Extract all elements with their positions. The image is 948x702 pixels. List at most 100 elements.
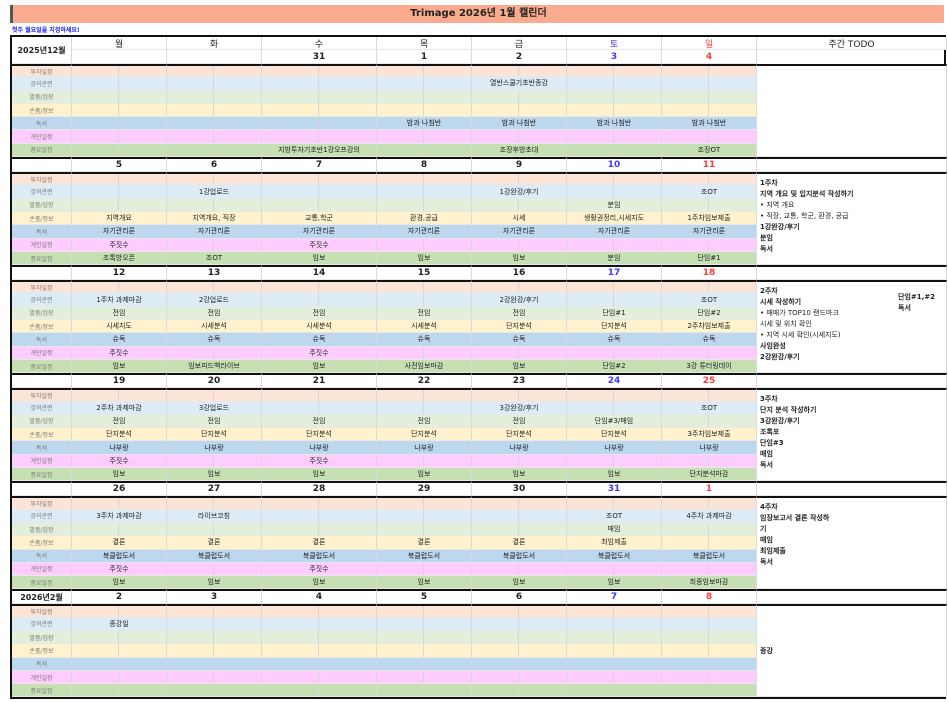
event-cell[interactable]: 주짓수 [72, 454, 167, 469]
event-cell[interactable] [472, 522, 567, 537]
event-cell[interactable]: 자기관리론 [377, 225, 472, 239]
event-cell[interactable] [377, 143, 472, 158]
event-cell[interactable]: 단임#1 [662, 251, 757, 266]
event-cell[interactable]: 2주차임보제출 [662, 320, 757, 334]
event-cell[interactable]: 임보피드백라이브 [167, 359, 262, 374]
event-cell[interactable]: 사전임보마감 [377, 359, 472, 374]
event-cell[interactable]: 결론 [167, 536, 262, 550]
event-cell[interactable] [262, 617, 377, 631]
event-cell[interactable] [72, 77, 167, 91]
event-cell[interactable]: 나부랑 [662, 441, 757, 455]
event-cell[interactable] [167, 280, 262, 294]
event-cell[interactable] [662, 280, 757, 294]
event-cell[interactable] [662, 562, 757, 577]
event-cell[interactable] [167, 238, 262, 252]
event-cell[interactable] [377, 388, 472, 402]
event-cell[interactable] [662, 130, 757, 144]
event-cell[interactable]: 임보 [262, 251, 377, 266]
event-cell[interactable] [567, 401, 662, 415]
event-cell[interactable]: 단지분석 [567, 428, 662, 442]
date-cell[interactable]: 16 [472, 265, 567, 281]
event-cell[interactable] [262, 64, 377, 78]
event-cell[interactable]: 임보 [377, 576, 472, 590]
date-cell[interactable]: 8 [662, 589, 757, 605]
event-cell[interactable] [472, 280, 567, 294]
event-cell[interactable] [262, 293, 377, 307]
event-cell[interactable]: 시세분석 [377, 320, 472, 334]
event-cell[interactable]: 분임 [567, 251, 662, 266]
event-cell[interactable]: 종강일 [72, 617, 167, 631]
event-cell[interactable]: 조장OT [662, 143, 757, 158]
event-cell[interactable]: 북클럽도서 [377, 549, 472, 563]
date-cell[interactable]: 2 [72, 589, 167, 605]
date-cell[interactable]: 7 [262, 157, 377, 173]
event-cell[interactable] [377, 172, 472, 186]
date-cell[interactable]: 31 [567, 481, 662, 497]
event-cell[interactable] [377, 77, 472, 91]
event-cell[interactable]: 3강 튜터링데이 [662, 359, 757, 374]
event-cell[interactable]: 조톡방오픈 [72, 251, 167, 266]
event-cell[interactable] [567, 670, 662, 685]
event-cell[interactable]: 임보 [377, 251, 472, 266]
event-cell[interactable]: 단지분석 [567, 320, 662, 334]
event-cell[interactable] [662, 657, 757, 671]
event-cell[interactable]: 단임#1 [567, 306, 662, 321]
event-cell[interactable]: 매임 [567, 522, 662, 537]
event-cell[interactable] [377, 509, 472, 523]
event-cell[interactable] [72, 670, 167, 685]
event-cell[interactable] [72, 280, 167, 294]
event-cell[interactable] [567, 185, 662, 199]
event-cell[interactable] [72, 630, 167, 645]
event-cell[interactable] [662, 644, 757, 658]
event-cell[interactable] [472, 496, 567, 510]
date-cell[interactable]: 3 [567, 50, 662, 64]
event-cell[interactable] [72, 64, 167, 78]
event-cell[interactable] [262, 657, 377, 671]
event-cell[interactable] [472, 103, 567, 118]
event-cell[interactable]: 3강완강/후기 [472, 401, 567, 415]
event-cell[interactable]: 임보 [567, 468, 662, 482]
date-cell[interactable]: 4 [662, 50, 757, 64]
event-cell[interactable]: 임보 [472, 251, 567, 266]
event-cell[interactable]: 단지분석 [167, 428, 262, 442]
event-cell[interactable] [377, 346, 472, 360]
event-cell[interactable] [567, 346, 662, 360]
event-cell[interactable]: 전임 [167, 414, 262, 429]
event-cell[interactable] [262, 522, 377, 537]
event-cell[interactable] [167, 77, 262, 91]
event-cell[interactable] [662, 388, 757, 402]
event-cell[interactable] [567, 143, 662, 158]
event-cell[interactable] [662, 77, 757, 91]
event-cell[interactable]: 단지분석 [377, 428, 472, 442]
event-cell[interactable]: 나부랑 [72, 441, 167, 455]
date-cell[interactable]: 13 [167, 265, 262, 281]
event-cell[interactable] [662, 684, 757, 698]
event-cell[interactable]: 전임 [167, 306, 262, 321]
event-cell[interactable] [377, 454, 472, 469]
event-cell[interactable]: 슈독 [472, 333, 567, 347]
event-cell[interactable] [662, 496, 757, 510]
event-cell[interactable]: 임보 [377, 468, 472, 482]
event-cell[interactable] [262, 185, 377, 199]
event-cell[interactable] [72, 496, 167, 510]
event-cell[interactable] [377, 64, 472, 78]
event-cell[interactable] [377, 684, 472, 698]
event-cell[interactable]: 슈독 [72, 333, 167, 347]
event-cell[interactable]: 결론 [262, 536, 377, 550]
event-cell[interactable]: 임보 [72, 576, 167, 590]
date-cell[interactable]: 28 [262, 481, 377, 497]
date-cell[interactable]: 30 [472, 481, 567, 497]
date-cell[interactable]: 14 [262, 265, 377, 281]
event-cell[interactable]: 전임 [262, 414, 377, 429]
event-cell[interactable] [567, 388, 662, 402]
event-cell[interactable]: 단임#2 [567, 359, 662, 374]
event-cell[interactable] [72, 657, 167, 671]
event-cell[interactable] [472, 670, 567, 685]
event-cell[interactable] [662, 670, 757, 685]
event-cell[interactable]: 조장후방초대 [472, 143, 567, 158]
event-cell[interactable] [567, 617, 662, 631]
event-cell[interactable] [567, 90, 662, 104]
date-cell[interactable]: 4 [262, 589, 377, 605]
event-cell[interactable] [377, 617, 472, 631]
event-cell[interactable]: 주짓수 [72, 346, 167, 360]
